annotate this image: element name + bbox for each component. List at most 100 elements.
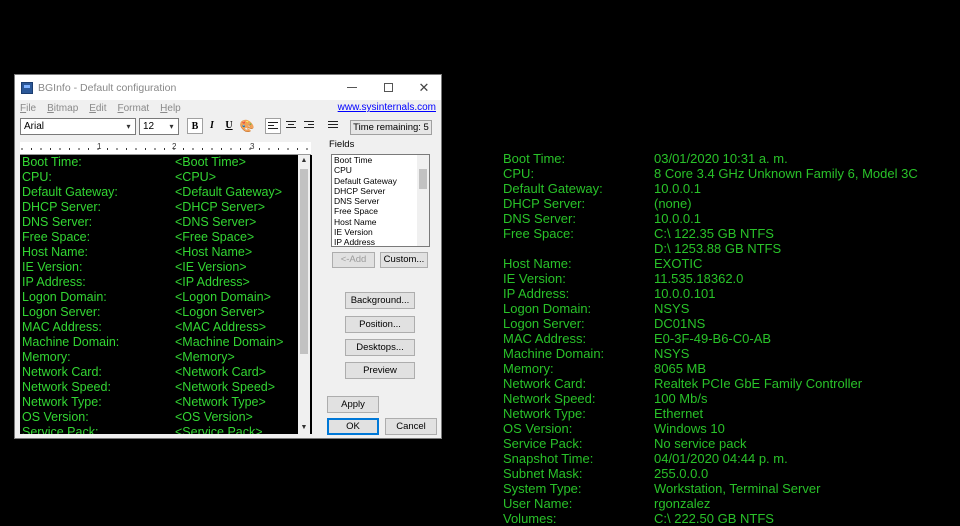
scroll-down-icon[interactable]: ▼ <box>298 422 310 434</box>
scroll-up-icon[interactable]: ▲ <box>298 155 310 167</box>
desktop-info-value: 10.0.0.1 <box>654 181 701 196</box>
desktop-info-label: User Name: <box>503 496 573 511</box>
desktop-info-value: E0-3F-49-B6-C0-AB <box>654 331 772 346</box>
editor-line[interactable]: IP Address: <IP Address> <box>20 275 312 290</box>
bold-button[interactable]: B <box>187 118 203 134</box>
editor-line[interactable]: MAC Address: <MAC Address> <box>20 320 312 335</box>
editor-line-field: <Machine Domain> <box>175 335 284 349</box>
field-list-item[interactable]: Free Space <box>332 206 429 216</box>
editor-line[interactable]: OS Version: <OS Version> <box>20 410 312 425</box>
editor-line[interactable]: CPU: <CPU> <box>20 170 312 185</box>
desktop-info-value: 255.0.0.0 <box>654 466 709 481</box>
menu-edit[interactable]: Edit <box>89 103 106 114</box>
preview-button[interactable]: Preview <box>345 362 415 379</box>
desktop-info-value: 10.0.0.1 <box>654 211 701 226</box>
desktop-info-value: 8 Core 3.4 GHz Unknown Family 6, Model 3… <box>654 166 918 181</box>
editor-line[interactable]: Host Name: <Host Name> <box>20 245 312 260</box>
time-remaining-button[interactable]: Time remaining: 5 <box>350 120 432 135</box>
editor-line-label: Machine Domain: <box>22 335 120 349</box>
fields-listbox[interactable]: Boot Time CPU Default Gateway DHCP Server DN… <box>331 154 430 247</box>
template-editor[interactable]: Boot Time: <Boot Time> CPU: <CPU> Default Ga… <box>20 155 312 434</box>
desktop-info-values: 100 Mb/s <box>654 391 953 406</box>
field-list-item[interactable]: IP Address <box>332 237 429 246</box>
font-color-button[interactable]: 🎨 <box>239 118 255 134</box>
editor-scrollbar[interactable]: ▲ ▼ <box>298 155 310 434</box>
desktop-info-label: Network Type: <box>503 406 586 421</box>
menu-bar: File Bitmap Edit Format Help www.sysinte… <box>15 100 441 116</box>
editor-line[interactable]: Default Gateway: <Default Gateway> <box>20 185 312 200</box>
underline-button[interactable]: U <box>221 118 237 134</box>
field-list-item[interactable]: Boot Time <box>332 155 429 165</box>
field-list-item[interactable]: IE Version <box>332 227 429 237</box>
italic-button[interactable]: I <box>204 118 220 134</box>
title-bar[interactable]: BGInfo - Default configuration ✕ <box>15 75 441 100</box>
desktops-button[interactable]: Desktops... <box>345 339 415 356</box>
editor-line[interactable]: Boot Time: <Boot Time> <box>20 155 312 170</box>
menu-format[interactable]: Format <box>117 103 149 114</box>
align-center-button[interactable] <box>283 118 299 134</box>
scroll-thumb[interactable] <box>300 169 308 354</box>
font-name-select[interactable]: Arial ▾ <box>20 118 136 135</box>
fields-title: Fields <box>329 139 355 150</box>
desktop-info-values: NSYS <box>654 346 953 361</box>
editor-line-field: <Memory> <box>175 350 235 364</box>
desktop-info-value: 10.0.0.101 <box>654 286 716 301</box>
editor-line-field: <MAC Address> <box>175 320 267 334</box>
editor-line[interactable]: Service Pack: <Service Pack> <box>20 425 312 434</box>
field-list-item[interactable]: Default Gateway <box>332 176 429 186</box>
menu-file[interactable]: File <box>20 103 36 114</box>
editor-line[interactable]: Machine Domain: <Machine Domain> <box>20 335 312 350</box>
editor-line-field: <Logon Domain> <box>175 290 271 304</box>
editor-line-label: Host Name: <box>22 245 88 259</box>
field-list-item[interactable]: Host Name <box>332 217 429 227</box>
editor-line[interactable]: IE Version: <IE Version> <box>20 260 312 275</box>
desktop-info-label: System Type: <box>503 481 582 496</box>
custom-field-button[interactable]: Custom... <box>380 252 428 268</box>
editor-line[interactable]: DNS Server: <DNS Server> <box>20 215 312 230</box>
field-list-item[interactable]: DHCP Server <box>332 186 429 196</box>
cancel-button[interactable]: Cancel <box>385 418 437 435</box>
align-left-button[interactable] <box>265 118 281 134</box>
maximize-button[interactable] <box>370 75 406 100</box>
desktop-info-value: 8065 MB <box>654 361 707 376</box>
apply-button[interactable]: Apply <box>327 396 379 413</box>
close-button[interactable]: ✕ <box>406 75 442 100</box>
font-size-select[interactable]: 12 ▾ <box>139 118 179 135</box>
add-field-button[interactable]: <-Add <box>332 252 375 268</box>
field-list-item[interactable]: CPU <box>332 165 429 175</box>
desktop-info-values: (none) <box>654 196 953 211</box>
minimize-button[interactable] <box>334 75 370 100</box>
editor-line[interactable]: Network Type: <Network Type> <box>20 395 312 410</box>
editor-line[interactable]: Network Card: <Network Card> <box>20 365 312 380</box>
ok-button[interactable]: OK <box>327 418 379 435</box>
editor-line[interactable]: Logon Domain: <Logon Domain> <box>20 290 312 305</box>
font-size-value: 12 <box>143 121 155 132</box>
desktop-info-row: Subnet Mask: 255.0.0.0 <box>503 466 953 481</box>
sysinternals-link[interactable]: www.sysinternals.com <box>338 102 436 113</box>
menu-help[interactable]: Help <box>160 103 181 114</box>
align-right-button[interactable] <box>301 118 317 134</box>
menu-bitmap[interactable]: Bitmap <box>47 103 78 114</box>
desktop-info-label: Snapshot Time: <box>503 451 594 466</box>
editor-line[interactable]: DHCP Server: <DHCP Server> <box>20 200 312 215</box>
background-button[interactable]: Background... <box>345 292 415 309</box>
editor-line-field: <Host Name> <box>175 245 253 259</box>
palette-icon: 🎨 <box>239 119 255 133</box>
field-list-item[interactable]: DNS Server <box>332 196 429 206</box>
editor-line[interactable]: Logon Server: <Logon Server> <box>20 305 312 320</box>
desktop-info-value: NSYS <box>654 301 690 316</box>
desktop-info-value: EXOTIC <box>654 256 703 271</box>
scroll-thumb[interactable] <box>419 169 427 189</box>
editor-line[interactable]: Network Speed: <Network Speed> <box>20 380 312 395</box>
desktop-info-row: Logon Domain: NSYS <box>503 301 953 316</box>
editor-line[interactable]: Memory: <Memory> <box>20 350 312 365</box>
desktop-info-value: D:\ 1253.88 GB NTFS <box>654 241 782 256</box>
fields-scrollbar[interactable] <box>417 155 429 246</box>
desktop-info-values: 11.535.18362.0 <box>654 271 953 286</box>
editor-line[interactable]: Free Space: <Free Space> <box>20 230 312 245</box>
position-button[interactable]: Position... <box>345 316 415 333</box>
editor-line-label: DHCP Server: <box>22 200 101 214</box>
bullets-button[interactable] <box>325 118 341 134</box>
window-title: BGInfo - Default configuration <box>38 81 177 94</box>
desktop-info-values: 10.0.0.1 <box>654 211 953 226</box>
